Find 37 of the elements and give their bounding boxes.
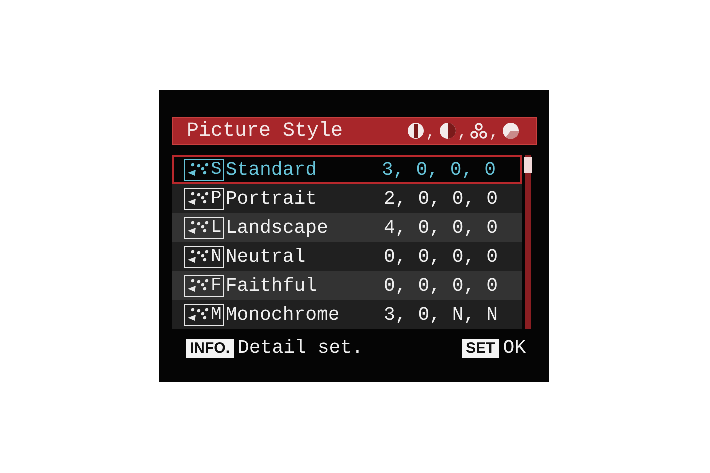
style-badge: L (184, 216, 224, 238)
separator: , (489, 124, 499, 142)
saturation-icon (470, 122, 488, 140)
style-row[interactable]: M Monochrome 3, 0, N, N (172, 300, 522, 329)
menu-title: Picture Style (187, 120, 344, 142)
style-values: 4, 0, 0, 0 (384, 216, 500, 238)
sharpness-icon (407, 122, 426, 140)
info-label: Detail set. (238, 337, 364, 359)
style-badge: M (184, 304, 224, 326)
set-key[interactable]: SET (462, 338, 500, 358)
style-row[interactable]: N Neutral 0, 0, 0, 0 (172, 242, 522, 271)
color-tone-icon (502, 122, 520, 140)
info-key[interactable]: INFO. (186, 338, 234, 358)
style-values: 3, 0, 0, 0 (382, 158, 498, 180)
style-values: 3, 0, N, N (384, 304, 500, 326)
style-row[interactable]: L Landscape 4, 0, 0, 0 (172, 213, 522, 242)
style-badge: F (184, 274, 224, 296)
style-badge: P (184, 188, 224, 210)
style-values: 0, 0, 0, 0 (384, 246, 500, 268)
separator: , (458, 124, 468, 142)
style-name: Standard (226, 158, 318, 180)
style-row[interactable]: S Standard 3, 0, 0, 0 (172, 155, 522, 184)
style-name: Faithful (226, 274, 318, 296)
style-values: 2, 0, 0, 0 (384, 188, 500, 210)
style-name: Landscape (226, 216, 330, 238)
style-name: Monochrome (226, 304, 341, 326)
scroll-bar[interactable] (525, 155, 531, 329)
style-name: Portrait (226, 188, 318, 210)
separator: , (426, 124, 436, 142)
style-badge: N (184, 246, 224, 268)
set-label: OK (503, 337, 526, 359)
style-row[interactable]: F Faithful 0, 0, 0, 0 (172, 271, 522, 300)
style-name: Neutral (226, 246, 307, 268)
contrast-icon (438, 122, 457, 140)
style-values: 0, 0, 0, 0 (384, 274, 500, 296)
style-row[interactable]: P Portrait 2, 0, 0, 0 (172, 184, 522, 213)
style-badge: S (184, 158, 224, 180)
